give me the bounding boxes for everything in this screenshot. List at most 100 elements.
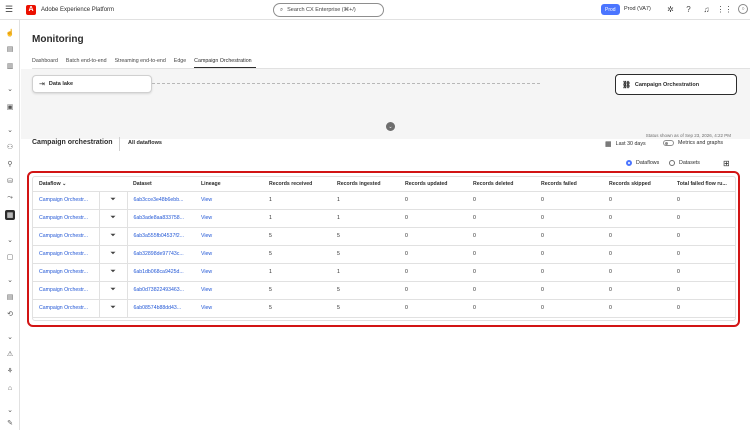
- tab-edge[interactable]: Edge: [174, 58, 190, 68]
- records-updated: 0: [399, 191, 467, 210]
- segment-icon[interactable]: ⚇: [5, 142, 15, 152]
- records-ingested: 5: [331, 299, 399, 318]
- schema-icon[interactable]: ▣: [5, 102, 15, 112]
- gear-icon[interactable]: ✲: [666, 4, 675, 15]
- notifications-icon[interactable]: ♫: [702, 4, 711, 15]
- lineage-view-link[interactable]: View: [195, 227, 263, 246]
- dataset-link[interactable]: 6ab08574b88dd43...: [127, 299, 195, 318]
- hamburger-icon[interactable]: ☰: [0, 0, 18, 20]
- data-lake-node[interactable]: ⇥ Data lake: [32, 75, 152, 93]
- radio-dataflows[interactable]: Dataflows: [626, 160, 659, 166]
- chevron-down-icon[interactable]: ⌄: [5, 125, 15, 135]
- all-dataflows-filter[interactable]: All dataflows: [128, 140, 162, 146]
- radio-button[interactable]: [669, 160, 675, 166]
- column-header-total-failed-flow-runs[interactable]: Total failed flow ru...: [671, 177, 735, 192]
- top-bar: ☰ A Adobe Experience Platform ⌕ Search C…: [0, 0, 750, 20]
- apps-grid-icon[interactable]: ⋮⋮: [717, 4, 733, 15]
- filter-icon[interactable]: ⏷: [98, 227, 128, 246]
- dataset-link[interactable]: 6ab3a555fb04537f2...: [127, 227, 195, 246]
- column-header-records-updated[interactable]: Records updated: [399, 177, 467, 192]
- tab-streaming-end-to-end[interactable]: Streaming end-to-end: [115, 58, 170, 68]
- org-switcher[interactable]: Prod (VA7): [624, 4, 651, 15]
- dataset-link[interactable]: 6ab1db068ca9425d...: [127, 263, 195, 282]
- collapse-chevron-icon[interactable]: ⌄: [386, 122, 395, 131]
- dashboard-icon[interactable]: ▤: [5, 44, 15, 54]
- dataset-link[interactable]: 6ab3cce3e48b6ebb...: [127, 191, 195, 210]
- adobe-logo-icon[interactable]: A: [26, 4, 36, 15]
- filter-icon[interactable]: ⏷: [98, 281, 128, 300]
- dataflow-link[interactable]: Campaign Orchestr...: [33, 227, 99, 246]
- lineage-view-link[interactable]: View: [195, 209, 263, 228]
- column-header-records-skipped[interactable]: Records skipped: [603, 177, 671, 192]
- chevron-down-icon[interactable]: ⌄: [62, 181, 66, 187]
- chevron-down-icon[interactable]: ⌄: [5, 235, 15, 245]
- total-failed-flow-runs: 0: [671, 191, 735, 210]
- column-header-records-deleted[interactable]: Records deleted: [467, 177, 535, 192]
- data-governance-icon[interactable]: ⟲: [5, 309, 15, 319]
- dataset-link[interactable]: 6ab3ade8aa833758...: [127, 209, 195, 228]
- dataset-icon[interactable]: ⛁: [5, 176, 15, 186]
- campaign-orchestration-node[interactable]: ⛓ Campaign Orchestration: [615, 74, 737, 95]
- search-input[interactable]: ⌕ Search CX Enterprise (⌘+/): [273, 3, 384, 17]
- column-header-records-ingested[interactable]: Records ingested: [331, 177, 399, 192]
- records-failed: 0: [535, 227, 603, 246]
- avatar[interactable]: ○: [738, 4, 748, 14]
- column-header-dataflow[interactable]: Dataflow ⌄: [33, 177, 99, 192]
- dataflow-link[interactable]: Campaign Orchestr...: [33, 209, 99, 228]
- location-icon[interactable]: ⚲: [5, 159, 15, 169]
- browse-icon[interactable]: ▥: [5, 61, 15, 71]
- filter-icon[interactable]: ⏷: [98, 299, 128, 318]
- filter-icon[interactable]: ⏷: [98, 209, 128, 228]
- tag-icon[interactable]: ⌂: [5, 383, 15, 393]
- chevron-down-icon[interactable]: ⌄: [5, 332, 15, 342]
- column-header-records-received[interactable]: Records received: [263, 177, 331, 192]
- radio-button-selected[interactable]: [626, 160, 632, 166]
- records-received: 1: [263, 191, 331, 210]
- dataflow-link[interactable]: Campaign Orchestr...: [33, 191, 99, 210]
- column-header-lineage[interactable]: Lineage: [195, 177, 263, 192]
- column-header-dataset[interactable]: Dataset: [127, 177, 195, 192]
- tab-dashboard[interactable]: Dashboard: [32, 58, 62, 68]
- chevron-down-icon[interactable]: ⌄: [5, 84, 15, 94]
- filter-icon[interactable]: ⏷: [98, 263, 128, 282]
- metrics-toggle[interactable]: Metrics and graphs: [663, 140, 723, 146]
- dataset-link[interactable]: 6ab32898de97743c...: [127, 245, 195, 264]
- alerts-icon[interactable]: ⚠: [5, 349, 15, 359]
- dataset-link[interactable]: 6ab0d73822493463...: [127, 281, 195, 300]
- lineage-view-link[interactable]: View: [195, 299, 263, 318]
- data-lake-icon: ⇥: [39, 81, 45, 88]
- app-name[interactable]: Adobe Experience Platform: [41, 7, 114, 13]
- toggle-switch[interactable]: [663, 140, 674, 146]
- sandbox-icon[interactable]: ▤: [5, 292, 15, 302]
- chevron-down-icon[interactable]: ⌄: [5, 405, 15, 415]
- filter-icon[interactable]: ⏷: [98, 245, 128, 264]
- dataflow-link[interactable]: Campaign Orchestr...: [33, 245, 99, 264]
- records-updated: 0: [399, 263, 467, 282]
- monitoring-tabs: Dashboard Batch end-to-end Streaming end…: [32, 58, 260, 68]
- filter-icon[interactable]: ⏷: [98, 191, 128, 210]
- records-deleted: 0: [467, 209, 535, 228]
- records-updated: 0: [399, 209, 467, 228]
- identity-icon[interactable]: ⚘: [5, 366, 15, 376]
- dataflow-link[interactable]: Campaign Orchestr...: [33, 263, 99, 282]
- chevron-down-icon[interactable]: ⌄: [5, 275, 15, 285]
- help-icon[interactable]: ?: [684, 4, 693, 15]
- tab-campaign-orchestration[interactable]: Campaign Orchestration: [194, 58, 256, 68]
- lineage-view-link[interactable]: View: [195, 245, 263, 264]
- lineage-view-link[interactable]: View: [195, 281, 263, 300]
- monitoring-icon[interactable]: ▦: [5, 210, 15, 220]
- date-range-picker[interactable]: ▦ Last 30 days: [605, 140, 646, 148]
- radio-datasets[interactable]: Datasets: [669, 160, 700, 166]
- column-header-records-failed[interactable]: Records failed: [535, 177, 603, 192]
- edit-icon[interactable]: ✎: [5, 418, 15, 428]
- table-row: Campaign Orchestr... ⏷ 6ab3cce3e48b6ebb...…: [33, 191, 735, 210]
- home-icon[interactable]: ☝: [5, 28, 15, 38]
- tab-batch-end-to-end[interactable]: Batch end-to-end: [66, 58, 111, 68]
- dataflow-link[interactable]: Campaign Orchestr...: [33, 299, 99, 318]
- lineage-view-link[interactable]: View: [195, 191, 263, 210]
- queries-icon[interactable]: ▢: [5, 252, 15, 262]
- dataflow-link[interactable]: Campaign Orchestr...: [33, 281, 99, 300]
- column-settings-icon[interactable]: ⊞: [723, 159, 730, 168]
- connections-icon[interactable]: ⤳: [5, 193, 15, 203]
- lineage-view-link[interactable]: View: [195, 263, 263, 282]
